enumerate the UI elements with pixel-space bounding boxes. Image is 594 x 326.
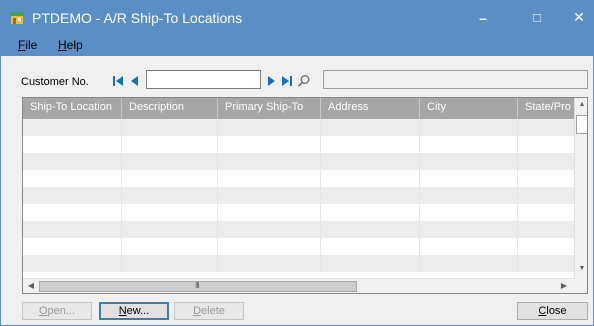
column-description[interactable]: Description — [122, 98, 218, 119]
vertical-scroll-thumb[interactable] — [576, 115, 587, 134]
previous-record-icon[interactable] — [128, 74, 142, 88]
new-button-label: ew... — [126, 305, 150, 317]
customer-no-label: Customer No. — [21, 76, 89, 88]
menu-help[interactable]: Help — [58, 38, 83, 52]
horizontal-scrollbar[interactable]: ◀ III ▶ — [23, 278, 574, 293]
delete-button-accel: D — [193, 305, 202, 317]
table-row[interactable] — [23, 187, 574, 204]
table-row[interactable] — [23, 119, 574, 136]
menu-bar: File Help — [1, 34, 593, 56]
minimize-button[interactable]: – — [461, 1, 505, 34]
title-bar[interactable]: PTDEMO - A/R Ship-To Locations – □ ✕ — [1, 1, 593, 34]
menu-help-label: elp — [66, 38, 83, 52]
main-content: Customer No. Ship-To Location Descriptio… — [1, 56, 593, 325]
table-row[interactable] — [23, 238, 574, 255]
new-button[interactable]: New... — [99, 302, 169, 320]
scroll-up-icon[interactable]: ▲ — [577, 100, 587, 110]
table-row[interactable] — [23, 204, 574, 221]
new-button-accel: N — [118, 305, 127, 317]
close-window-button[interactable]: ✕ — [565, 1, 593, 34]
table-row[interactable] — [23, 255, 574, 272]
delete-button-label: elete — [201, 305, 225, 317]
scroll-grip-icon: III — [195, 281, 200, 290]
table-row[interactable] — [23, 221, 574, 238]
lookup-magnifier-icon[interactable] — [297, 74, 311, 88]
menu-help-accel: H — [58, 38, 67, 52]
scrollbar-corner — [574, 278, 587, 293]
app-icon — [10, 12, 24, 24]
minimize-icon: – — [479, 9, 487, 26]
customer-no-input[interactable] — [146, 70, 261, 89]
grid-header: Ship-To Location Description Primary Shi… — [23, 98, 574, 119]
ship-to-locations-window: PTDEMO - A/R Ship-To Locations – □ ✕ Fil… — [0, 0, 594, 326]
column-state-province[interactable]: State/Pro — [518, 98, 574, 119]
column-ship-to-location[interactable]: Ship-To Location — [23, 98, 122, 119]
open-button[interactable]: Open... — [22, 302, 92, 320]
menu-file-label: ile — [25, 38, 38, 52]
next-record-icon[interactable] — [264, 74, 278, 88]
column-primary-ship-to[interactable]: Primary Ship-To — [218, 98, 321, 119]
column-city[interactable]: City — [420, 98, 518, 119]
ship-to-grid[interactable]: Ship-To Location Description Primary Shi… — [22, 97, 588, 294]
scroll-down-icon[interactable]: ▼ — [577, 264, 587, 274]
horizontal-scroll-thumb[interactable]: III — [39, 281, 357, 292]
close-button-label: lose — [546, 305, 567, 317]
table-row[interactable] — [23, 170, 574, 187]
open-button-accel: O — [38, 305, 48, 317]
first-record-icon[interactable] — [111, 74, 125, 88]
window-title: PTDEMO - A/R Ship-To Locations — [32, 10, 243, 26]
menu-file[interactable]: File — [18, 38, 37, 52]
customer-name-display — [323, 70, 588, 89]
maximize-icon: □ — [533, 10, 541, 25]
last-record-icon[interactable] — [280, 74, 294, 88]
grid-body[interactable] — [23, 119, 574, 278]
table-row[interactable] — [23, 153, 574, 170]
scroll-left-icon[interactable]: ◀ — [26, 281, 36, 291]
open-button-label: pen... — [47, 305, 76, 317]
close-button[interactable]: Close — [517, 302, 588, 320]
column-address[interactable]: Address — [321, 98, 420, 119]
maximize-button[interactable]: □ — [515, 1, 559, 34]
delete-button[interactable]: Delete — [174, 302, 244, 320]
vertical-scrollbar[interactable]: ▲ ▼ — [574, 98, 587, 278]
scroll-right-icon[interactable]: ▶ — [559, 281, 569, 291]
close-button-accel: C — [538, 305, 547, 317]
table-row[interactable] — [23, 136, 574, 153]
close-icon: ✕ — [573, 9, 585, 25]
